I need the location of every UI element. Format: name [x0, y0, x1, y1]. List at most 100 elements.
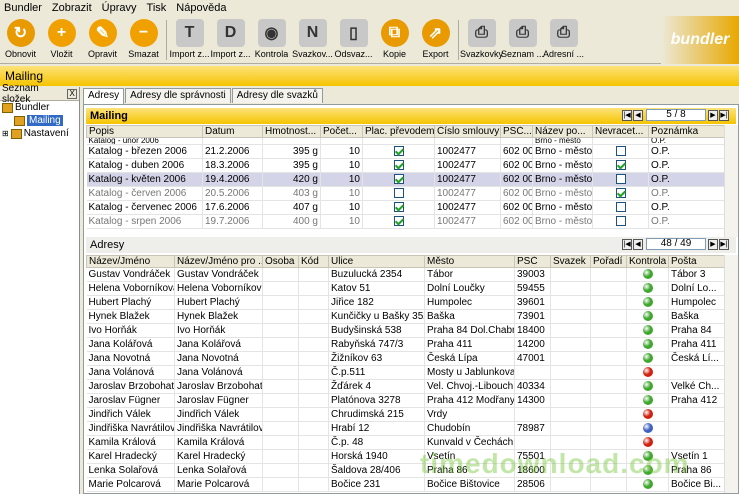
table-row[interactable]: Helena Voborníková Helena Voborníková Kato…: [86, 281, 725, 296]
toolbar-button-3[interactable]: − Smazat: [123, 16, 164, 64]
next-page-icon[interactable]: ▶: [708, 109, 718, 121]
table-row[interactable]: Ivo Horňák Ivo Horňák Budyšinská 538 Praha …: [86, 323, 725, 338]
column-header[interactable]: Číslo smlouvy: [434, 125, 501, 138]
toolbar-separator: [458, 20, 459, 60]
checkbox[interactable]: [393, 146, 404, 157]
column-header[interactable]: Název po...: [532, 125, 593, 138]
last-page-icon[interactable]: ▶|: [719, 238, 729, 250]
toolbar-button-10[interactable]: ⇗ Export: [415, 16, 456, 64]
table-row[interactable]: Katalog - červenec 2006 17.6.2006 407 g 10 1…: [86, 200, 725, 215]
toolbar-button-12[interactable]: ⎙ Seznam ...: [501, 16, 544, 64]
checkbox[interactable]: [615, 174, 626, 185]
table-cell: 602 00: [500, 186, 533, 201]
table-row[interactable]: Jana Kolářová Jana Kolářová Rabyňská 747/3…: [86, 337, 725, 352]
column-header[interactable]: Počet...: [320, 125, 363, 138]
table-row[interactable]: Jindřiška Navrátilová Jindřiška Navrátilo…: [86, 421, 725, 436]
column-header[interactable]: Název/Jméno: [86, 255, 175, 268]
table-cell: Praha 84 Dol.Chabry: [424, 323, 515, 338]
checkbox[interactable]: [393, 216, 404, 227]
column-header[interactable]: Osoba: [262, 255, 299, 268]
last-page-icon[interactable]: ▶|: [719, 109, 729, 121]
prev-page-icon[interactable]: ◀: [633, 109, 643, 121]
prev-page-icon[interactable]: ◀: [633, 238, 643, 250]
table-row[interactable]: Katalog - srpen 2006 19.7.2006 400 g 10 1002…: [86, 214, 725, 229]
table-row[interactable]: Gustav Vondráček Gustav Vondráček Buzuluck…: [86, 267, 725, 282]
first-page-icon[interactable]: |◀: [622, 109, 632, 121]
column-header[interactable]: Ulice: [328, 255, 425, 268]
column-header[interactable]: Nevracet...: [592, 125, 649, 138]
table-cell: [626, 351, 669, 366]
close-icon[interactable]: X: [67, 88, 77, 99]
table-row[interactable]: Jana Novotná Jana Novotná Žižníkov 63 Česká…: [86, 351, 725, 366]
checkbox[interactable]: [393, 160, 404, 171]
tree-item-mailing[interactable]: Mailing: [0, 114, 79, 127]
mailing-scrollbar[interactable]: [724, 125, 738, 237]
menu-item-3[interactable]: Tisk: [143, 2, 173, 14]
column-header[interactable]: PSČ...: [500, 125, 533, 138]
table-row[interactable]: Jaroslav Brzobohatý Jaroslav Brzobohatý Žď…: [86, 379, 725, 394]
table-cell: 14300: [514, 393, 551, 408]
page-indicator[interactable]: 48 / 49: [646, 238, 706, 250]
table-row[interactable]: Jaroslav Fügner Jaroslav Fügner Platónova …: [86, 393, 725, 408]
toolbar-button-4[interactable]: T Import z...: [169, 16, 210, 64]
table-row[interactable]: Katalog - květen 2006 19.4.2006 420 g 10 100…: [86, 172, 725, 187]
checkbox[interactable]: [615, 146, 626, 157]
next-page-icon[interactable]: ▶: [708, 238, 718, 250]
table-row[interactable]: Katalog - únor 2006 Brno - město O.P.: [86, 137, 725, 145]
tree-item-nastaveni[interactable]: ⊞ Nastavení: [0, 127, 79, 140]
toolbar-button-9[interactable]: ⧉ Kopie: [374, 16, 415, 64]
checkbox[interactable]: [615, 160, 626, 171]
expand-icon[interactable]: ⊞: [2, 129, 9, 138]
menu-item-2[interactable]: Úpravy: [98, 2, 143, 14]
toolbar-button-2[interactable]: ✎ Opravit: [82, 16, 123, 64]
addresses-scrollbar[interactable]: [724, 255, 738, 493]
toolbar-button-1[interactable]: + Vložit: [41, 16, 82, 64]
toolbar-button-13[interactable]: ⎙ Adresní ...: [543, 16, 584, 64]
checkbox[interactable]: [615, 216, 626, 227]
table-cell: Gustav Vondráček: [86, 267, 175, 282]
menu-item-1[interactable]: Zobrazit: [48, 2, 98, 14]
menu-item-0[interactable]: Bundler: [0, 2, 48, 14]
column-header[interactable]: Hmotnost...: [262, 125, 321, 138]
printer-address-icon: ⎙: [549, 19, 578, 47]
toolbar: ↻ Obnovit + Vložit ✎ Opravit − Smazat T Import z.…: [0, 16, 739, 64]
column-header[interactable]: Město: [424, 255, 515, 268]
toolbar-button-6[interactable]: ◉ Kontrola: [251, 16, 292, 64]
first-page-icon[interactable]: |◀: [622, 238, 632, 250]
tab-adresy-svazky[interactable]: Adresy dle svazků: [231, 88, 323, 103]
column-header[interactable]: Kontrola: [626, 255, 669, 268]
column-header[interactable]: Pořadí: [590, 255, 627, 268]
checkbox[interactable]: [615, 188, 626, 199]
table-cell: Karel Hradecký: [174, 449, 263, 464]
checkbox[interactable]: [615, 202, 626, 213]
table-row[interactable]: Jana Volánová Jana Volánová Č.p.511 Mosty u…: [86, 365, 725, 380]
page-indicator[interactable]: 5 / 8: [646, 109, 706, 121]
column-header[interactable]: Datum: [202, 125, 263, 138]
table-row[interactable]: Hubert Plachý Hubert Plachý Jiřice 182 Hump…: [86, 295, 725, 310]
column-header[interactable]: Svazek: [550, 255, 591, 268]
checkbox[interactable]: [393, 174, 404, 185]
table-row[interactable]: Jindřich Válek Jindřich Válek Chrudimská 2…: [86, 407, 725, 422]
tab-adresy-spravnost[interactable]: Adresy dle správnosti: [125, 88, 231, 103]
toolbar-button-0[interactable]: ↻ Obnovit: [0, 16, 41, 64]
column-header[interactable]: Pošta: [668, 255, 725, 268]
table-row[interactable]: Katalog - duben 2006 18.3.2006 395 g 10 1002…: [86, 158, 725, 173]
toolbar-button-5[interactable]: D Import z...: [210, 16, 251, 64]
toolbar-button-11[interactable]: ⎙ Svazkovky: [460, 16, 503, 64]
table-row[interactable]: Katalog - červen 2006 20.5.2006 403 g 10 100…: [86, 186, 725, 201]
tab-adresy[interactable]: Adresy: [83, 88, 125, 104]
toolbar-button-8[interactable]: ▯ Odsvaz...: [333, 16, 374, 64]
column-header[interactable]: Poznámka: [648, 125, 725, 138]
column-header[interactable]: PSČ: [514, 255, 551, 268]
menu-item-4[interactable]: Nápověda: [172, 2, 232, 14]
toolbar-button-7[interactable]: N Svazkov...: [292, 16, 333, 64]
table-cell: [668, 365, 725, 380]
table-row[interactable]: Katalog - březen 2006 21.2.2006 395 g 10 100…: [86, 144, 725, 159]
checkbox[interactable]: [393, 202, 404, 213]
column-header[interactable]: Popis: [86, 125, 203, 138]
column-header[interactable]: Název/Jméno pro ...: [174, 255, 263, 268]
table-row[interactable]: Hynek Blažek Hynek Blažek Kunčičky u Bašky…: [86, 309, 725, 324]
column-header[interactable]: Kód: [298, 255, 329, 268]
column-header[interactable]: Plac. převodem: [362, 125, 435, 138]
checkbox[interactable]: [393, 188, 404, 199]
